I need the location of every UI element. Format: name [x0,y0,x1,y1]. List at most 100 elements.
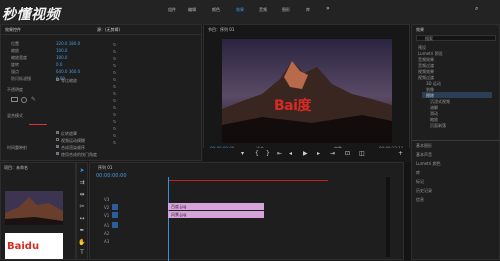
step-forward-icon[interactable]: ▸ [317,151,320,157]
effect-controls-panel: 效果控件 源：(无剪辑) 位置 320.0 180.0 缩放 100.0 缩放宽… [0,24,202,161]
param-blend-mode: 混合模式 [7,113,23,118]
baidu-logo: Bai度 [274,98,311,114]
timeline-timecode[interactable]: 00:00:00:00 [96,173,127,179]
project-thumb-baidu[interactable]: Baidu [5,233,63,259]
lift-icon[interactable]: ⊡ [345,151,350,157]
clip-v2[interactable]: 百度.jpg [168,203,264,210]
pen-icon[interactable]: ✎ [31,97,37,103]
video-frame: Bai度 [222,39,392,143]
footer-item-2[interactable]: Lumetri 颜色 [416,161,441,167]
menu-item-assembly[interactable]: 组件 [168,7,176,13]
program-monitor-title[interactable]: 节目：序列 01 [208,27,234,33]
goto-in-icon[interactable]: ⇤ [277,151,282,157]
checkbox-invert[interactable] [56,131,59,134]
effects-search-placeholder: 搜索 [425,36,433,41]
track-label-a2: A2 [104,231,110,236]
clip-v2-label: 百度.jpg [171,204,187,209]
menu-item-color[interactable]: 颜色 [212,7,220,13]
param-scale: 缩放 [11,48,19,53]
menu-item-audio[interactable]: 音频 [259,7,267,13]
track-label-v3: V3 [104,197,110,202]
mark-in-icon[interactable]: { [255,151,259,157]
play-icon[interactable]: ▶ [303,151,308,157]
goto-out-icon[interactable]: ⇥ [330,151,335,157]
thumb-baidu-label: Baidu [7,241,40,252]
search-icon[interactable]: ⌕ [475,6,478,12]
selection-tool-icon[interactable]: ➤ [78,167,86,175]
checkbox-render-order[interactable] [56,145,59,148]
mountain-image [222,39,392,143]
type-tool-icon[interactable]: T [78,249,86,257]
project-thumb-mountain[interactable] [5,191,63,225]
add-button[interactable]: + [398,151,403,157]
footer-item-6[interactable]: 信息 [416,197,424,203]
timeline-playhead[interactable] [168,177,169,261]
option-shutter: 使用合成的快门角度 [61,152,97,157]
tab-source[interactable]: 源：(无剪辑) [97,27,120,33]
option-motion-blur: 视频运动模糊 [61,138,85,143]
transport-controls: ▾ { } ⇤ ◂ ▶ ▸ ⇥ ⊡ ◫ + [203,148,410,161]
thumb-mountain-image [5,191,63,225]
track-target-v2[interactable] [112,204,118,210]
menu-item-effects[interactable]: 效果 [236,7,244,13]
track-select-icon[interactable]: ⇉ [78,179,86,187]
timeline-panel: 序列 01 00:00:00:00 V3 V2 V1 A1 A2 A3 百度.j… [89,162,404,261]
value-rotation[interactable]: 0.0 [56,62,62,67]
timeline-title[interactable]: 序列 01 [98,165,112,171]
footer-item-3[interactable]: 库 [416,170,420,176]
option-render-order: 合成渲染顺序 [61,145,85,150]
clip-v1-label: 风景.jpg [171,212,187,217]
work-area-bar[interactable] [168,180,328,181]
watermark-logo: 秒懂视频 [2,7,60,23]
option-uniform-scale: 等比缩放 [61,78,77,83]
more-icon[interactable]: » [326,6,330,12]
param-anti-flicker: 防闪烁滤镜 [11,76,31,81]
slip-tool-icon[interactable]: ↔ [78,215,86,223]
param-anchor: 锚点 [11,69,19,74]
tree-item-13[interactable]: 页面剥落 [430,123,446,129]
track-label-v1: V1 [104,213,110,218]
project-panel-title[interactable]: 项目：未命名 [4,165,28,171]
checkbox-motion-blur[interactable] [56,138,59,141]
value-scale-width[interactable]: 100.0 [56,55,67,60]
audio-meter-panel [404,162,411,260]
param-rotation: 旋转 [11,62,19,67]
menu-item-edit[interactable]: 编辑 [188,7,196,13]
value-anchor[interactable]: 640.0 360.0 [56,69,80,74]
mask-rect-icon[interactable] [11,97,18,102]
tab-effect-controls[interactable]: 效果控件 [5,27,21,33]
effects-search-field[interactable]: 搜索 [416,35,496,41]
step-back-icon[interactable]: ◂ [289,151,292,157]
param-opacity: 不透明度 [7,87,23,92]
hand-tool-icon[interactable]: ✋ [78,239,86,247]
footer-item-1[interactable]: 基本声音 [416,152,432,158]
export-frame-icon[interactable]: ◫ [359,151,365,157]
reset-icons[interactable]: ↻ ↻ ↻ ↻ ↻ ↻ ↻ ↻ ↻ ↻ ↻ ↻ ↻ ↻ ↻ [113,41,117,151]
add-marker-icon[interactable]: ▾ [241,151,244,157]
effects-panel-title[interactable]: 效果 [416,27,424,33]
clip-v1[interactable]: 风景.jpg [168,211,264,218]
value-position[interactable]: 320.0 180.0 [56,41,80,46]
track-target-a1[interactable] [112,222,118,228]
param-scale-width: 缩放宽度 [11,55,27,60]
audio-meter [386,177,390,257]
menu-item-graphics[interactable]: 图形 [282,7,290,13]
mask-ellipse-icon[interactable] [21,97,27,103]
param-time-remap: 时间重映射 [7,145,27,150]
footer-item-0[interactable]: 基本图形 [416,143,432,149]
track-target-v1[interactable] [112,212,118,218]
mark-out-icon[interactable]: } [266,151,270,157]
ripple-edit-icon[interactable]: ⇹ [78,191,86,199]
project-panel: 项目：未命名 Baidu [0,162,76,260]
effects-panel: 效果 搜索 预设 Lumetri 预设 音频效果 音频过渡 视频效果 视频过渡 … [411,24,500,260]
footer-item-5[interactable]: 历史记录 [416,188,432,194]
menu-item-libraries[interactable]: 库 [306,7,310,13]
tools-panel: ➤ ⇉ ⇹ ✂ ↔ ✒ ✋ T [76,162,88,260]
checkbox-uniform-scale[interactable] [56,78,59,81]
value-scale[interactable]: 100.0 [56,48,67,53]
track-label-v2: V2 [104,205,110,210]
checkbox-shutter[interactable] [56,152,59,155]
pen-tool-icon[interactable]: ✒ [78,227,86,235]
razor-tool-icon[interactable]: ✂ [78,203,86,211]
footer-item-4[interactable]: 标记 [416,179,424,185]
